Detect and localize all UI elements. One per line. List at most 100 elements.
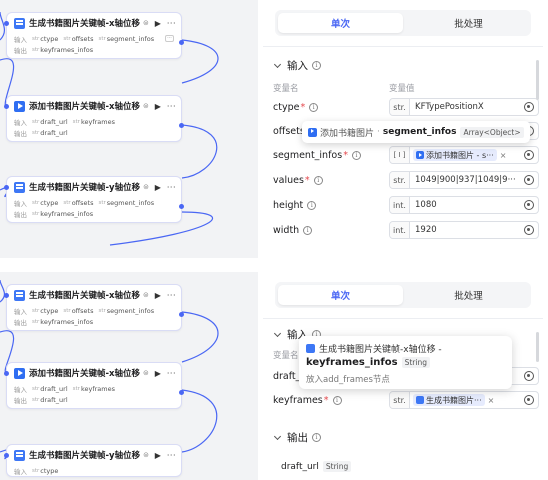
param-value[interactable]: KFTypePositionX <box>410 102 524 112</box>
info-icon[interactable]: i <box>313 175 323 185</box>
reference-toggle-icon[interactable] <box>524 175 534 185</box>
node-input-port[interactable] <box>4 453 9 458</box>
type-selector[interactable]: int. <box>390 197 410 213</box>
node-input-port[interactable] <box>4 371 9 376</box>
more-params-icon[interactable]: ··· <box>165 35 174 42</box>
type-selector[interactable]: str. <box>390 392 410 408</box>
more-icon[interactable]: ··· <box>167 102 176 111</box>
info-icon[interactable]: i <box>307 200 317 210</box>
more-icon[interactable]: ··· <box>167 183 176 192</box>
reference-chip[interactable]: 生成书籍图片··· <box>413 394 485 406</box>
type-selector[interactable]: str. <box>390 172 410 188</box>
run-node-button[interactable]: ▶ <box>155 19 161 28</box>
param-chip: str draft_url <box>32 117 68 126</box>
run-node-button[interactable]: ▶ <box>155 291 161 300</box>
tab-single[interactable]: 单次 <box>278 13 403 33</box>
node-output-port[interactable] <box>179 204 184 209</box>
version-badge: ⊜ <box>143 451 149 459</box>
more-icon[interactable]: ··· <box>167 369 176 378</box>
tab-batch[interactable]: 批处理 <box>406 10 531 36</box>
plugin-icon <box>14 367 25 379</box>
param-chip: str draft_url <box>32 395 68 404</box>
run-node-button[interactable]: ▶ <box>155 102 161 111</box>
remove-reference-icon[interactable]: × <box>488 396 495 405</box>
edge <box>181 124 218 179</box>
required-mark: * <box>304 174 310 186</box>
node-input-port[interactable] <box>4 104 9 109</box>
run-node-button[interactable]: ▶ <box>155 183 161 192</box>
reference-toggle-icon[interactable] <box>524 200 534 210</box>
node-output-row: 输出 str keyframes_infos <box>7 208 181 219</box>
node-title: 生成书籍图片关键帧-y轴位移 <box>29 183 141 193</box>
workflow-node-gen-x[interactable]: 生成书籍图片关键帧-x轴位移 ⊜ ▶ ··· 输入 str ctype str of… <box>4 284 184 331</box>
workflow-canvas[interactable]: 生成书籍图片关键帧-x轴位移 ⊜ ▶ ··· 输入 str ctype str of… <box>0 0 258 258</box>
node-input-port[interactable] <box>4 293 9 298</box>
node-output-port[interactable] <box>179 390 184 395</box>
tab-single[interactable]: 单次 <box>278 285 403 305</box>
info-icon[interactable]: i <box>312 433 321 442</box>
param-name: segment_infos <box>273 149 343 161</box>
more-icon[interactable]: ··· <box>167 451 176 460</box>
reference-toggle-icon[interactable] <box>524 225 534 235</box>
tab-batch[interactable]: 批处理 <box>406 282 531 308</box>
section-title: 输入 <box>287 60 308 72</box>
input-section-header[interactable]: 输入 i <box>273 58 321 73</box>
type-selector[interactable]: str. <box>390 99 410 115</box>
info-icon[interactable]: i <box>303 225 313 235</box>
node-output-port[interactable] <box>179 123 184 128</box>
type-selector[interactable]: int. <box>390 222 410 238</box>
workflow-node-add-x[interactable]: 添加书籍图片关键帧-x轴位移 ⊜ ▶ ··· 输入 str draft_url s… <box>4 362 184 409</box>
mode-tabs: 单次 批处理 <box>275 10 531 36</box>
param-chip: str ctype <box>32 466 59 475</box>
run-node-button[interactable]: ▶ <box>155 369 161 378</box>
param-value-field[interactable]: str. 生成书籍图片··· × <box>389 391 539 409</box>
workflow-node-add-x[interactable]: 添加书籍图片关键帧-x轴位移 ⊜ ▶ ··· 输入 str draft_url s… <box>4 95 184 142</box>
reference-chip[interactable]: 添加书籍图片 - s··· <box>413 149 497 161</box>
section-title: 输出 <box>287 432 308 444</box>
workflow-node-gen-x[interactable]: 生成书籍图片关键帧-x轴位移 ⊜ ▶ ··· 输入 str ctype str of… <box>4 12 184 59</box>
node-title: 添加书籍图片关键帧-x轴位移 <box>29 102 141 112</box>
workflow-canvas[interactable]: 生成书籍图片关键帧-x轴位移 ⊜ ▶ ··· 输入 str ctype str of… <box>0 272 258 480</box>
reference-toggle-icon[interactable] <box>524 371 534 381</box>
tooltip-field-line: keyframes_infos String <box>306 357 505 368</box>
param-chip: str offsets <box>63 34 94 43</box>
workflow-node-gen-y[interactable]: 生成书籍图片关键帧-y轴位移 ⊜ ▶ ··· 输入 str ctype str of… <box>4 176 184 223</box>
remove-reference-icon[interactable]: × <box>500 151 507 160</box>
scrollbar[interactable] <box>536 60 539 100</box>
param-value-field[interactable]: int. 1920 <box>389 221 539 239</box>
param-value[interactable]: 1049|900|937|1049|9··· <box>410 175 524 185</box>
scrollbar[interactable] <box>536 332 539 362</box>
param-chip: str keyframes <box>72 384 115 393</box>
param-row-width: width i int. 1920 <box>273 221 541 239</box>
info-icon[interactable]: i <box>309 102 319 112</box>
workflow-node-gen-y[interactable]: 生成书籍图片关键帧-y轴位移 ⊜ ▶ ··· 输入 str ctype <box>4 444 182 477</box>
output-label: 输出 <box>14 46 27 55</box>
column-header-name: 变量名 <box>273 351 299 361</box>
node-output-port[interactable] <box>179 312 184 317</box>
node-input-port[interactable] <box>4 185 9 190</box>
reference-toggle-icon[interactable] <box>524 150 534 160</box>
param-value[interactable]: 1080 <box>410 200 524 210</box>
param-value[interactable]: 1920 <box>410 225 524 235</box>
node-output-port[interactable] <box>179 40 184 45</box>
node-input-row: 输入 str ctype str offsets str segment_infos <box>7 305 181 316</box>
more-icon[interactable]: ··· <box>167 19 176 28</box>
type-selector[interactable]: [ I ] <box>390 147 410 163</box>
input-label: 输入 <box>14 385 27 394</box>
param-value-field[interactable]: [ I ] 添加书籍图片 - s··· × <box>389 146 539 164</box>
param-value-field[interactable]: int. 1080 <box>389 196 539 214</box>
info-icon[interactable]: i <box>351 150 361 160</box>
output-label: 输出 <box>14 396 27 405</box>
param-value-field[interactable]: str. KFTypePositionX <box>389 98 539 116</box>
node-output-row: 输出 str keyframes_infos <box>7 316 181 327</box>
chevron-down-icon <box>273 329 282 337</box>
info-icon[interactable]: i <box>332 395 342 405</box>
param-value-field[interactable]: str. 1049|900|937|1049|9··· <box>389 171 539 189</box>
run-node-button[interactable]: ▶ <box>155 451 161 460</box>
node-input-port[interactable] <box>4 21 9 26</box>
reference-toggle-icon[interactable] <box>524 395 534 405</box>
output-section-header[interactable]: 输出 i <box>273 430 321 445</box>
info-icon[interactable]: i <box>312 61 321 70</box>
more-icon[interactable]: ··· <box>167 291 176 300</box>
reference-toggle-icon[interactable] <box>524 102 534 112</box>
